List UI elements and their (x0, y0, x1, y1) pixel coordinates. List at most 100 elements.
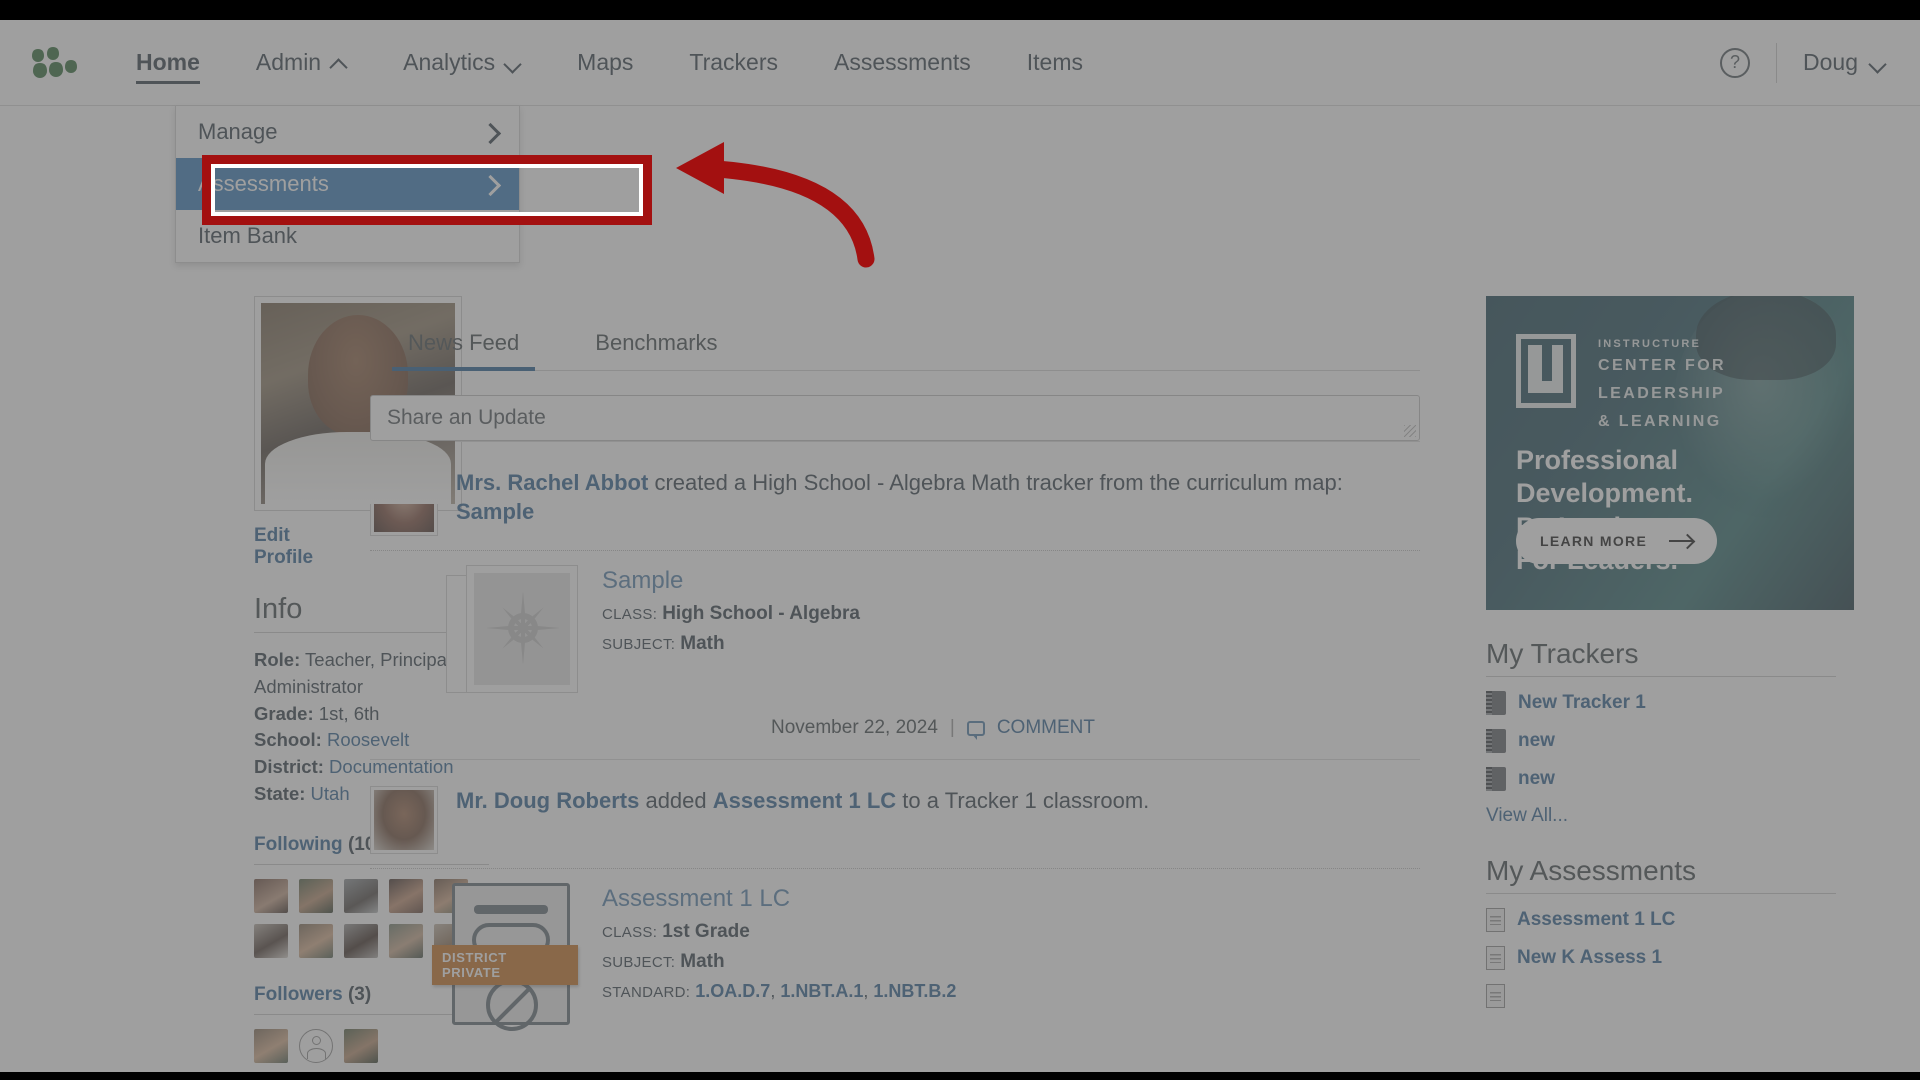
learn-more-button[interactable]: LEARN MORE (1516, 518, 1718, 564)
avatar[interactable] (389, 878, 423, 913)
nav-divider (1776, 42, 1778, 83)
promo-brand: INSTRUCTURE CENTER FOR LEADERSHIP & LEAR… (1598, 338, 1726, 434)
post-author-link[interactable]: Mr. Doug Roberts (456, 788, 639, 813)
avatar[interactable] (299, 878, 333, 913)
following-label: Following (254, 833, 343, 855)
post-text: Mr. Doug Roberts added Assessment 1 LC t… (456, 786, 1420, 815)
tracker-name[interactable]: new (1518, 730, 1555, 752)
admin-dropdown-menu: Manage Assessments Item Bank (175, 106, 520, 263)
post-text-mid: added (639, 788, 713, 813)
avatar[interactable] (344, 1028, 378, 1063)
meta-value: Math (680, 633, 725, 654)
nav-item-trackers[interactable]: Trackers (661, 20, 806, 106)
right-sidebar: INSTRUCTURE CENTER FOR LEADERSHIP & LEAR… (1468, 106, 1888, 1072)
nav-item-analytics[interactable]: Analytics (375, 20, 549, 106)
info-label: Role: (254, 649, 301, 670)
nav-item-label: Assessments (834, 49, 971, 75)
notebook-icon (1486, 729, 1506, 753)
promo-brand-l1: CENTER FOR (1598, 357, 1726, 374)
top-navigation-bar: Home Admin Analytics Maps Trackers Asses… (0, 20, 1920, 106)
avatar[interactable] (344, 878, 378, 913)
promo-banner[interactable]: INSTRUCTURE CENTER FOR LEADERSHIP & LEAR… (1486, 296, 1854, 610)
district-private-badge: DISTRICT PRIVATE (432, 945, 578, 985)
assessment-list-item[interactable]: Assessment 1 LC (1486, 908, 1888, 932)
nav-item-label: Home (136, 49, 200, 75)
tracker-list-item[interactable]: New Tracker 1 (1486, 691, 1888, 715)
nav-right-group: ? Doug (1720, 42, 1886, 83)
meta-value: Math (680, 951, 725, 972)
avatar[interactable] (254, 1028, 288, 1063)
tab-news-feed[interactable]: News Feed (370, 318, 557, 371)
attachment-title[interactable]: Sample (602, 567, 860, 595)
cll-logo-icon (1516, 334, 1576, 408)
meta-class: CLASS: High School - Algebra (602, 603, 860, 625)
dropdown-item-item-bank[interactable]: Item Bank (176, 210, 519, 262)
chevron-right-icon (483, 125, 497, 139)
my-trackers-title: My Trackers (1486, 638, 1836, 677)
share-update-input[interactable]: Share an Update (370, 395, 1420, 441)
dropdown-item-assessments[interactable]: Assessments (176, 158, 519, 210)
post-author-avatar[interactable] (370, 786, 438, 854)
post-assessment-link[interactable]: Assessment 1 LC (713, 788, 896, 813)
feed-tabs: News Feed Benchmarks (370, 318, 1420, 371)
attachment-title[interactable]: Assessment 1 LC (602, 885, 956, 913)
nav-item-label: Maps (577, 49, 634, 75)
meta-key: STANDARD: (602, 984, 691, 1001)
learn-more-label: LEARN MORE (1540, 533, 1648, 549)
nav-item-maps[interactable]: Maps (549, 20, 661, 106)
edit-profile-link[interactable]: Edit Profile (254, 525, 332, 569)
document-icon (1486, 984, 1505, 1008)
avatar[interactable] (389, 923, 423, 958)
help-glyph: ? (1730, 52, 1741, 72)
chevron-up-icon (331, 55, 347, 71)
my-assessments-title: My Assessments (1486, 855, 1836, 894)
nav-item-admin[interactable]: Admin (228, 20, 375, 106)
post-author-link[interactable]: Mrs. Rachel Abbot (456, 470, 648, 495)
help-icon[interactable]: ? (1720, 47, 1751, 78)
promo-brand-l2: LEADERSHIP (1598, 385, 1726, 402)
post-map-link[interactable]: Sample (456, 499, 534, 524)
comment-button[interactable]: COMMENT (997, 717, 1095, 739)
assessment-thumbnail-icon[interactable]: DISTRICT PRIVATE (432, 883, 578, 1033)
followers-label: Followers (254, 983, 343, 1005)
post-separator: | (949, 717, 955, 738)
avatar[interactable] (254, 923, 288, 958)
assessment-list-item[interactable] (1486, 984, 1888, 1008)
assessment-name[interactable]: New K Assess 1 (1517, 947, 1662, 969)
avatar[interactable] (344, 923, 378, 958)
user-name-label: Doug (1803, 49, 1858, 75)
avatar-placeholder-icon[interactable] (299, 1028, 333, 1063)
trackers-view-all-link[interactable]: View All... (1486, 805, 1888, 827)
screenshot-root: Home Admin Analytics Maps Trackers Asses… (0, 0, 1920, 1080)
dropdown-item-label: Item Bank (198, 223, 298, 248)
standard-link[interactable]: 1.OA.D.7 (695, 981, 770, 1001)
assessment-list-item[interactable]: New K Assess 1 (1486, 946, 1888, 970)
tracker-thumbnail-icon[interactable] (446, 565, 578, 697)
nav-item-assessments[interactable]: Assessments (806, 20, 999, 106)
tracker-list-item[interactable]: new (1486, 729, 1888, 753)
dropdown-item-label: Manage (198, 119, 278, 144)
tracker-list-item[interactable]: new (1486, 767, 1888, 791)
meta-key: SUBJECT: (602, 954, 676, 971)
share-placeholder: Share an Update (387, 406, 546, 429)
dropdown-item-manage[interactable]: Manage (176, 106, 519, 158)
avatar[interactable] (299, 923, 333, 958)
feed-post: Mrs. Rachel Abbot created a High School … (370, 441, 1420, 759)
tab-benchmarks[interactable]: Benchmarks (557, 318, 755, 370)
meta-standards: STANDARD: 1.OA.D.7, 1.NBT.A.1, 1.NBT.B.2 (602, 981, 957, 1001)
post-date: November 22, 2024 (771, 717, 938, 738)
info-label: Grade: (254, 702, 314, 724)
tracker-name[interactable]: new (1518, 768, 1555, 790)
assessment-name[interactable]: Assessment 1 LC (1517, 909, 1675, 931)
avatar[interactable] (254, 878, 288, 913)
document-icon (1486, 946, 1505, 970)
standard-link[interactable]: 1.NBT.A.1 (780, 981, 863, 1001)
comment-bubble-icon[interactable] (966, 720, 985, 740)
standard-link[interactable]: 1.NBT.B.2 (873, 981, 956, 1001)
tracker-name[interactable]: New Tracker 1 (1518, 692, 1646, 714)
user-menu-button[interactable]: Doug (1803, 49, 1886, 76)
masteryconnect-logo-icon[interactable] (30, 43, 82, 83)
nav-item-home[interactable]: Home (108, 20, 228, 106)
nav-item-items[interactable]: Items (999, 20, 1111, 106)
promo-brand-l3: & LEARNING (1598, 413, 1722, 430)
